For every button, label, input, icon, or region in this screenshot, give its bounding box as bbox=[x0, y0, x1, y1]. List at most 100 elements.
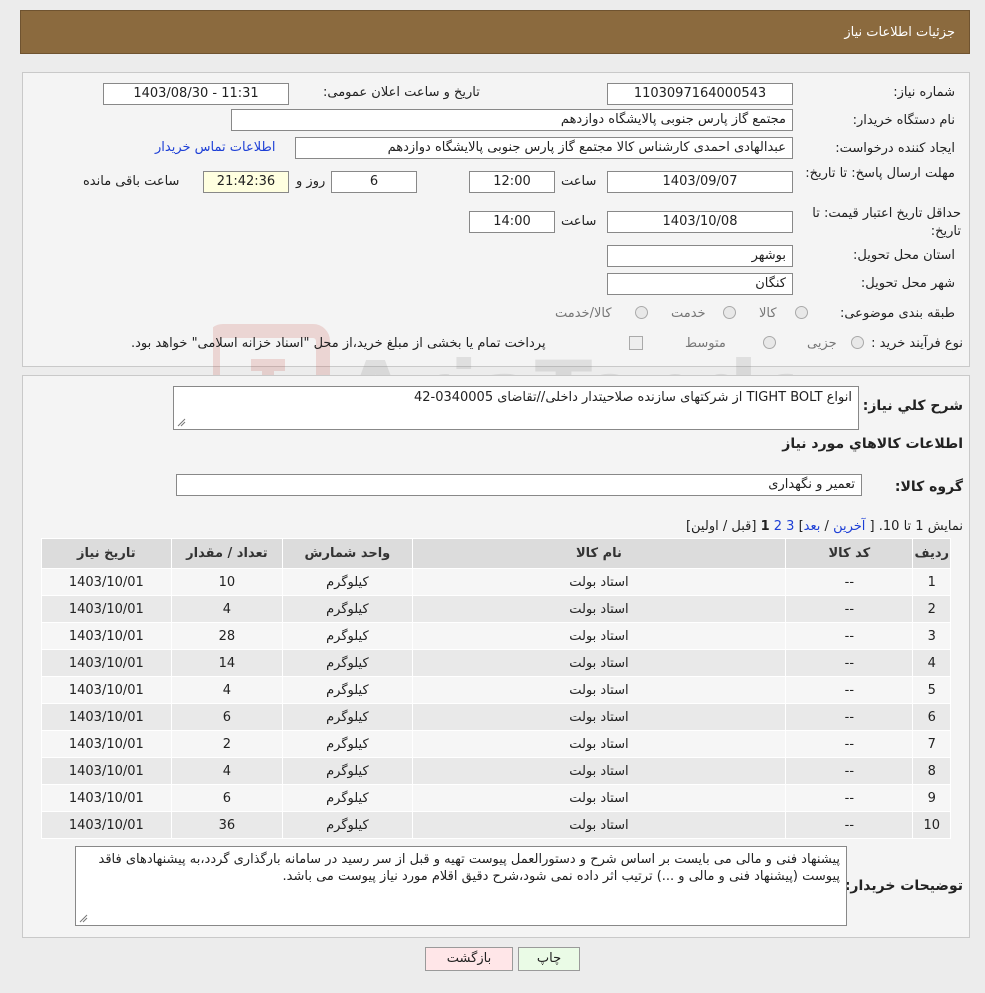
process-radio-minor[interactable] bbox=[851, 336, 864, 349]
cell-qty: 6 bbox=[170, 784, 284, 812]
process-type-label: نوع فرآیند خرید : bbox=[871, 336, 963, 351]
cell-unit: کیلوگرم bbox=[282, 784, 413, 812]
deadline-time-field: 12:00 bbox=[469, 171, 555, 193]
process-option-medium: متوسط bbox=[685, 336, 726, 351]
back-button[interactable]: بازگشت bbox=[425, 947, 513, 971]
creator-field: عبدالهادی احمدی کارشناس کالا مجتمع گاز پ… bbox=[295, 137, 793, 159]
time-remaining-field: 21:42:36 bbox=[203, 171, 289, 193]
pagination-page-1: 1 bbox=[760, 519, 770, 534]
price-validity-time-label: ساعت bbox=[561, 214, 597, 229]
cell-date: 1403/10/01 bbox=[41, 649, 172, 677]
buyer-contact-link[interactable]: اطلاعات تماس خریدار bbox=[155, 140, 275, 155]
summary-label: شرح كلي نياز: bbox=[862, 398, 963, 414]
category-radio-service[interactable] bbox=[723, 306, 736, 319]
buyer-notes-textarea: پیشنهاد فنی و مالی می بایست بر اساس شرح … bbox=[75, 846, 847, 926]
cell-row-number: 7 bbox=[912, 730, 951, 758]
cell-unit: کیلوگرم bbox=[282, 568, 413, 596]
cell-name: استاد بولت bbox=[411, 676, 787, 704]
cell-unit: کیلوگرم bbox=[282, 811, 413, 839]
col-header-date: تاریخ نیاز bbox=[41, 538, 172, 569]
deadline-time-label: ساعت bbox=[561, 174, 597, 189]
table-row: 7 -- استاد بولت کیلوگرم 2 1403/10/01 bbox=[41, 730, 951, 758]
creator-label: ایجاد کننده درخواست: bbox=[835, 141, 955, 156]
pagination-page-3[interactable]: 3 bbox=[786, 519, 794, 534]
table-row: 8 -- استاد بولت کیلوگرم 4 1403/10/01 bbox=[41, 757, 951, 785]
pagination-separator: / bbox=[824, 519, 829, 534]
province-field: بوشهر bbox=[607, 245, 793, 267]
print-button[interactable]: چاپ bbox=[518, 947, 580, 971]
goods-group-label: گروه کالا: bbox=[894, 479, 963, 495]
buyer-org-field: مجتمع گاز پارس جنوبی پالایشگاه دوازدهم bbox=[231, 109, 793, 131]
category-option-service: خدمت bbox=[671, 306, 706, 321]
cell-unit: کیلوگرم bbox=[282, 676, 413, 704]
cell-date: 1403/10/01 bbox=[41, 703, 172, 731]
cell-date: 1403/10/01 bbox=[41, 568, 172, 596]
cell-name: استاد بولت bbox=[411, 595, 787, 623]
table-row: 6 -- استاد بولت کیلوگرم 6 1403/10/01 bbox=[41, 703, 951, 731]
cell-code: -- bbox=[785, 784, 914, 812]
page-header: جزئیات اطلاعات نیاز bbox=[20, 10, 970, 54]
col-header-row: ردیف bbox=[912, 538, 951, 569]
category-option-goods-service: کالا/خدمت bbox=[555, 306, 612, 321]
buyer-org-label: نام دستگاه خریدار: bbox=[852, 113, 955, 128]
cell-row-number: 8 bbox=[912, 757, 951, 785]
table-row: 5 -- استاد بولت کیلوگرم 4 1403/10/01 bbox=[41, 676, 951, 704]
cell-name: استاد بولت bbox=[411, 811, 787, 839]
cell-unit: کیلوگرم bbox=[282, 757, 413, 785]
cell-qty: 2 bbox=[170, 730, 284, 758]
resize-grip-icon[interactable] bbox=[176, 417, 186, 427]
cell-date: 1403/10/01 bbox=[41, 784, 172, 812]
pagination-next-link[interactable]: بعد bbox=[804, 519, 821, 534]
cell-row-number: 1 bbox=[912, 568, 951, 596]
cell-code: -- bbox=[785, 730, 914, 758]
buyer-notes-label: توضیحات خریدار: bbox=[844, 878, 963, 894]
goods-table-header-row: ردیف کد کالا نام کالا واحد شمارش تعداد /… bbox=[41, 538, 951, 569]
cell-unit: کیلوگرم bbox=[282, 703, 413, 731]
category-radio-goods-service[interactable] bbox=[635, 306, 648, 319]
cell-code: -- bbox=[785, 703, 914, 731]
cell-qty: 6 bbox=[170, 703, 284, 731]
days-remaining-field: 6 bbox=[331, 171, 417, 193]
cell-unit: کیلوگرم bbox=[282, 730, 413, 758]
cell-date: 1403/10/01 bbox=[41, 676, 172, 704]
cell-row-number: 2 bbox=[912, 595, 951, 623]
cell-name: استاد بولت bbox=[411, 568, 787, 596]
cell-row-number: 3 bbox=[912, 622, 951, 650]
table-row: 10 -- استاد بولت کیلوگرم 36 1403/10/01 bbox=[41, 811, 951, 839]
cell-qty: 4 bbox=[170, 676, 284, 704]
need-info-panel: AriaTender.neT شماره نیاز: 1103097164000… bbox=[22, 72, 970, 451]
cell-code: -- bbox=[785, 622, 914, 650]
cell-name: استاد بولت bbox=[411, 649, 787, 677]
goods-info-title: اطلاعات كالاهاي مورد نياز bbox=[782, 436, 963, 452]
cell-date: 1403/10/01 bbox=[41, 730, 172, 758]
table-row: 3 -- استاد بولت کیلوگرم 28 1403/10/01 bbox=[41, 622, 951, 650]
pagination-summary: نمایش 1 تا 10. bbox=[878, 519, 963, 534]
province-label: استان محل تحویل: bbox=[853, 248, 955, 263]
category-radio-goods[interactable] bbox=[795, 306, 808, 319]
goods-table: ردیف کد کالا نام کالا واحد شمارش تعداد /… bbox=[41, 538, 951, 839]
cell-code: -- bbox=[785, 757, 914, 785]
deadline-label: مهلت ارسال پاسخ: تا تاریخ: bbox=[805, 166, 955, 181]
days-label: روز و bbox=[296, 174, 326, 189]
cell-name: استاد بولت bbox=[411, 703, 787, 731]
cell-code: -- bbox=[785, 649, 914, 677]
cell-row-number: 6 bbox=[912, 703, 951, 731]
pagination: نمایش 1 تا 10. [ آخرین / بعد] 3 2 1 [قبل… bbox=[686, 519, 963, 534]
pagination-last-link[interactable]: آخرین bbox=[833, 519, 865, 534]
resize-grip-icon[interactable] bbox=[78, 913, 88, 923]
col-header-code: کد کالا bbox=[785, 538, 914, 569]
goods-group-field: تعمیر و نگهداری bbox=[176, 474, 862, 496]
cell-row-number: 5 bbox=[912, 676, 951, 704]
time-remaining-label: ساعت باقی مانده bbox=[83, 174, 180, 189]
cell-name: استاد بولت bbox=[411, 784, 787, 812]
pagination-page-2[interactable]: 2 bbox=[774, 519, 782, 534]
cell-row-number: 10 bbox=[912, 811, 951, 839]
buyer-notes-text: پیشنهاد فنی و مالی می بایست بر اساس شرح … bbox=[98, 852, 841, 884]
table-row: 2 -- استاد بولت کیلوگرم 4 1403/10/01 bbox=[41, 595, 951, 623]
treasury-checkbox[interactable] bbox=[629, 336, 643, 350]
cell-date: 1403/10/01 bbox=[41, 622, 172, 650]
cell-code: -- bbox=[785, 595, 914, 623]
cell-qty: 4 bbox=[170, 595, 284, 623]
cell-name: استاد بولت bbox=[411, 757, 787, 785]
process-radio-medium[interactable] bbox=[763, 336, 776, 349]
